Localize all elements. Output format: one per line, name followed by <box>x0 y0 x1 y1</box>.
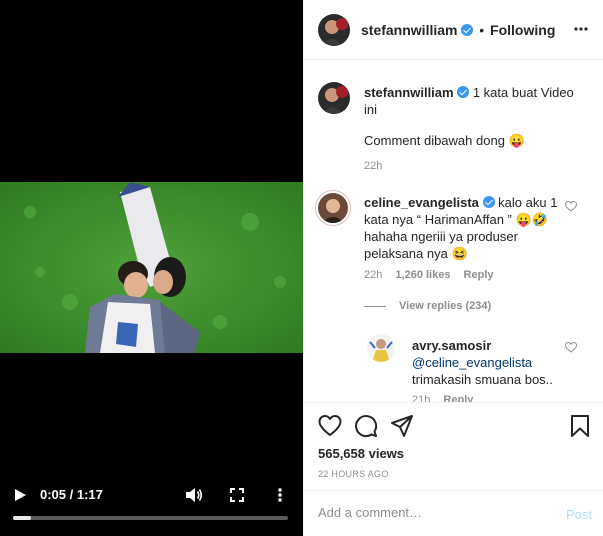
comment-line3: hahaha ngeriii ya produser <box>364 229 518 244</box>
video-progress-bar[interactable] <box>13 516 288 520</box>
heart-icon[interactable] <box>318 414 342 438</box>
video-progress-fill <box>13 516 31 520</box>
reply-meta: 21h Reply <box>412 394 473 402</box>
verified-badge-icon <box>482 196 495 208</box>
comment-line2: kata nya “ HarimanAffan ” 😛🤣 <box>364 212 548 227</box>
reply-avatar[interactable] <box>367 334 395 362</box>
post-side-panel: stefannwilliam • Following stefannwillia… <box>303 0 603 536</box>
caption-line2: ini <box>364 102 378 117</box>
caption-text: stefannwilliam 1 kata buat Video ini <box>364 84 584 118</box>
vertical-dots-icon[interactable] <box>272 487 288 503</box>
view-replies-divider <box>364 306 386 307</box>
bookmark-icon[interactable] <box>568 414 592 438</box>
play-icon[interactable] <box>12 487 28 503</box>
header-separator: • <box>479 22 485 38</box>
reply-time: 21h <box>412 394 431 402</box>
caption-line1: 1 kata buat Video <box>472 85 574 100</box>
reply-mention-link[interactable]: @celine_evangelista <box>412 355 532 370</box>
video-time-readout: 0:05 / 1:17 <box>40 487 103 502</box>
verified-badge-icon <box>461 24 474 36</box>
comment-input[interactable] <box>318 505 548 520</box>
comment-line1: kalo aku 1 <box>498 195 558 210</box>
reply-username[interactable]: avry.samosir <box>412 338 491 353</box>
video-still-image <box>0 182 303 353</box>
volume-icon[interactable] <box>185 487 203 503</box>
comment-reply-button[interactable]: Reply <box>464 269 494 281</box>
caption-username[interactable]: stefannwilliam <box>364 85 454 100</box>
comment-composer: Post <box>304 490 603 536</box>
horizontal-dots-icon[interactable] <box>574 26 588 32</box>
post-time-ago: 22 HOURS AGO <box>318 469 389 479</box>
reply-text: avry.samosir @celine_evangelista trimaka… <box>412 337 572 388</box>
comment-likes[interactable]: 1,260 likes <box>395 269 450 281</box>
post-actions: 565,658 views 22 HOURS AGO <box>304 402 603 488</box>
video-frame[interactable] <box>0 182 303 353</box>
comment-bubble-icon[interactable] <box>354 414 378 438</box>
view-replies-button[interactable]: View replies (234) <box>399 300 491 312</box>
caption-line3: Comment dibawah dong 😛 <box>364 133 525 148</box>
paper-plane-icon[interactable] <box>390 414 414 438</box>
header-username[interactable]: stefannwilliam <box>361 22 457 38</box>
reply-heart-icon[interactable] <box>565 342 577 353</box>
reply-reply-button[interactable]: Reply <box>443 394 473 402</box>
following-button[interactable]: Following <box>490 22 555 38</box>
verified-badge-icon <box>457 86 470 98</box>
comment-avatar[interactable] <box>316 191 350 225</box>
views-count[interactable]: 565,658 views <box>318 446 404 461</box>
caption-time: 22h <box>364 160 383 172</box>
comment-username[interactable]: celine_evangelista <box>364 195 479 210</box>
comment-text: celine_evangelista kalo aku 1 kata nya “… <box>364 194 574 262</box>
post-button[interactable]: Post <box>566 507 592 522</box>
comment-heart-icon[interactable] <box>565 201 577 212</box>
avatar[interactable] <box>318 14 350 46</box>
video-player[interactable]: 0:05 / 1:17 <box>0 0 303 536</box>
caption-avatar[interactable] <box>318 82 350 114</box>
comment-time: 22h <box>364 269 383 281</box>
reply-line2: trimakasih smuana bos.. <box>412 372 553 387</box>
comment-meta: 22h 1,260 likes Reply <box>364 269 494 281</box>
post-header: stefannwilliam • Following <box>304 0 603 60</box>
comment-line4: pelaksana nya 😆 <box>364 246 468 261</box>
comments-list[interactable]: stefannwilliam 1 kata buat Video ini Com… <box>304 61 603 402</box>
fullscreen-icon[interactable] <box>229 487 245 503</box>
